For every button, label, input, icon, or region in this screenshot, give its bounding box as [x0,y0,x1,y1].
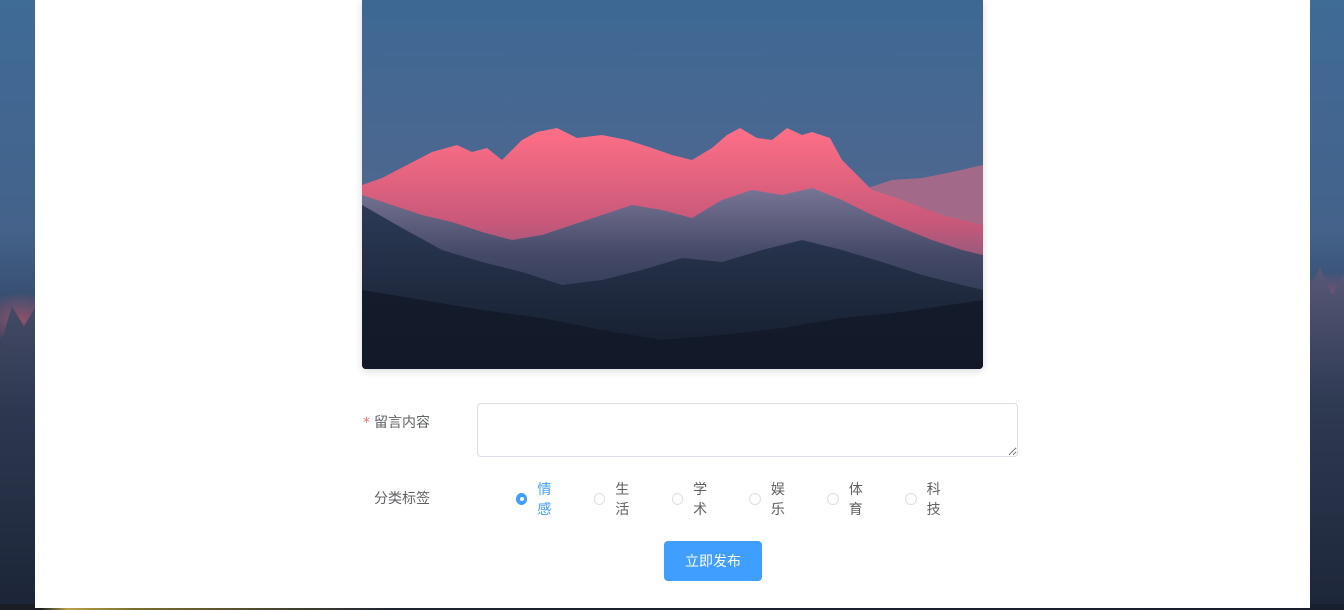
radio-circle-icon[interactable] [516,493,528,505]
radio-label: 科技 [926,482,941,518]
background-mountain-right [1304,267,1344,610]
radio-option-2[interactable]: 学术 [671,482,720,518]
tags-form-row: 分类标签 情感 生活 学术 娱乐 体育 科技 [362,482,983,518]
content-textarea[interactable] [477,403,1018,457]
hero-mountain-image [362,0,983,369]
required-mark: * [363,415,370,431]
radio-option-5[interactable]: 科技 [905,482,953,518]
radio-label: 学术 [693,482,708,518]
radio-circle-icon[interactable] [905,493,917,505]
radio-label: 体育 [848,482,863,518]
radio-option-4[interactable]: 体育 [827,482,875,518]
radio-circle-icon[interactable] [593,493,606,505]
radio-label: 情感 [537,482,552,518]
radio-option-0[interactable]: 情感 [516,482,564,518]
tags-radio-group: 情感 生活 学术 娱乐 体育 科技 [516,482,983,518]
radio-circle-icon[interactable] [671,493,684,505]
radio-option-1[interactable]: 生活 [593,482,642,518]
radio-label: 娱乐 [770,482,785,518]
tags-label: 分类标签 [374,491,430,507]
content-label: * 留言内容 [362,413,430,433]
radio-label: 生活 [615,482,630,518]
main-card: * 留言内容 分类标签 情感 生活 学术 娱乐 体育 科技 立即发布 [35,0,1310,608]
content-form-row: * 留言内容 [362,403,1018,457]
background-mountain-left [0,299,40,610]
radio-option-3[interactable]: 娱乐 [749,482,797,518]
content-label-text: 留言内容 [374,415,430,431]
publish-button[interactable]: 立即发布 [664,541,762,581]
radio-circle-icon[interactable] [827,493,839,505]
radio-circle-icon[interactable] [749,493,761,505]
